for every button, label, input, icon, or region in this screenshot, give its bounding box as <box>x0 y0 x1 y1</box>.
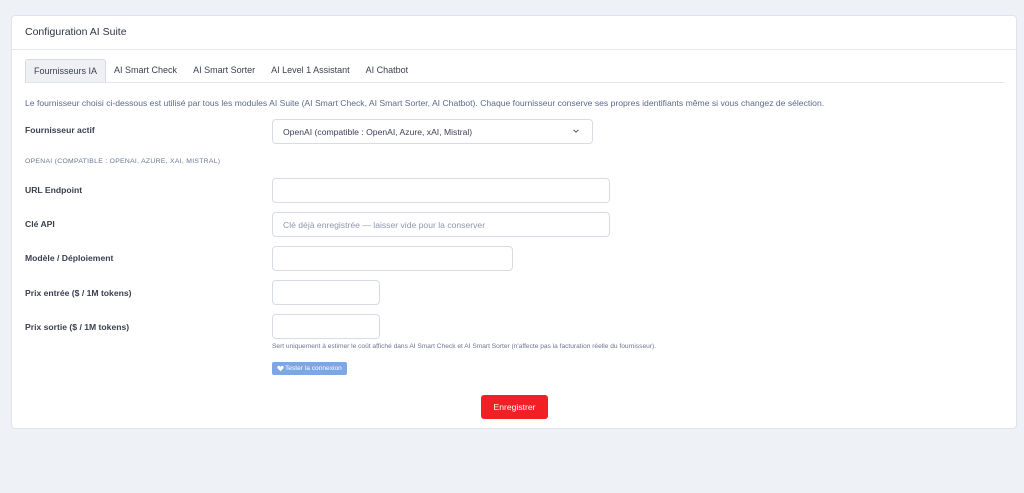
heart-icon <box>277 365 284 372</box>
endpoint-input[interactable] <box>272 178 610 203</box>
api-key-input[interactable]: Clé déjà enregistrée — laisser vide pour… <box>272 212 610 237</box>
tab-ai-level-1-assistant[interactable]: AI Level 1 Assistant <box>263 59 358 82</box>
section-title: OPENAI (COMPATIBLE : OPENAI, AZURE, XAI,… <box>25 158 221 165</box>
page-title: Configuration AI Suite <box>25 26 127 38</box>
tab-ai-smart-check[interactable]: AI Smart Check <box>106 59 185 82</box>
save-button[interactable]: Enregistrer <box>481 395 548 419</box>
api-key-label: Clé API <box>25 219 55 229</box>
price-hint: Sert uniquement à estimer le coût affich… <box>272 343 657 350</box>
price-out-input[interactable] <box>272 314 380 339</box>
test-connection-button[interactable]: Tester la connexion <box>272 362 347 375</box>
model-input[interactable] <box>272 246 513 271</box>
card-header: Configuration AI Suite <box>12 16 1016 50</box>
provider-label: Fournisseur actif <box>25 125 95 135</box>
price-in-input[interactable] <box>272 280 380 305</box>
intro-text: Le fournisseur choisi ci-dessous est uti… <box>25 98 825 108</box>
tab-ai-smart-sorter[interactable]: AI Smart Sorter <box>185 59 263 82</box>
tab-fournisseurs-ia[interactable]: Fournisseurs IA <box>25 59 107 82</box>
price-out-label: Prix sortie ($ / 1M tokens) <box>25 322 130 332</box>
test-connection-label: Tester la connexion <box>285 365 342 372</box>
price-in-label: Prix entrée ($ / 1M tokens) <box>25 288 132 298</box>
model-label: Modèle / Déploiement <box>25 253 114 263</box>
tab-ai-chatbot[interactable]: AI Chatbot <box>358 59 417 82</box>
chevron-down-icon <box>573 129 579 133</box>
endpoint-label: URL Endpoint <box>25 185 83 195</box>
config-card: Configuration AI Suite Fournisseurs IA A… <box>11 15 1017 429</box>
tab-bar: Fournisseurs IA AI Smart Check AI Smart … <box>25 59 1004 83</box>
provider-select-value: OpenAI (compatible : OpenAI, Azure, xAI,… <box>283 126 473 137</box>
provider-select[interactable]: OpenAI (compatible : OpenAI, Azure, xAI,… <box>272 119 593 144</box>
